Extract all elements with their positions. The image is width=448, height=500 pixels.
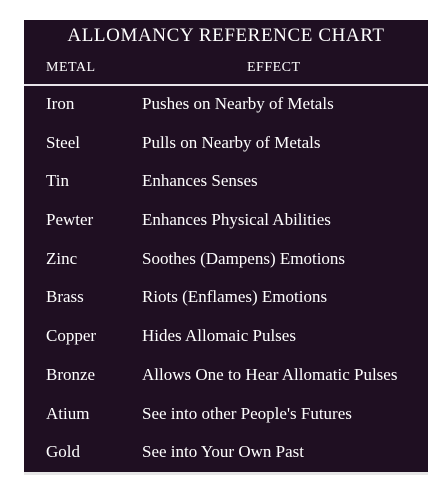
table-row: Atium See into other People's Futures [24,402,428,441]
table-header-row: METAL EFFECT [24,60,428,78]
metal-cell: Brass [46,287,84,307]
table-row: Copper Hides Allomaic Pulses [24,324,428,363]
metal-cell: Gold [46,442,80,462]
metal-cell: Bronze [46,364,96,384]
effect-cell: Allows One to Hear Allomatic Pulses [142,364,398,384]
metal-cell: Atium [46,403,90,423]
page: ALLOMANCY REFERENCE CHART METAL EFFECT I… [0,0,448,500]
metal-cell: Tin [46,171,70,191]
card-bottom-edge [24,472,428,475]
metal-cell: Zinc [46,248,78,268]
table-row: Brass Riots (Enflames) Emotions [24,285,428,324]
effect-cell: Pulls on Nearby of Metals [142,132,321,152]
metal-cell: Iron [46,94,75,113]
effect-cell: Enhances Senses [142,171,258,191]
effect-cell: Riots (Enflames) Emotions [142,287,328,307]
table-row: Steel Pulls on Nearby of Metals [24,131,428,170]
effect-cell: Soothes (Dampens) Emotions [142,248,346,268]
table-title: ALLOMANCY REFERENCE CHART [67,25,385,46]
header-divider [24,84,428,86]
effect-cell: Pushes on Nearby of Metals [142,94,334,113]
table-row: Pewter Enhances Physical Abilities [24,208,428,247]
effect-cell: Enhances Physical Abilities [142,210,331,230]
effect-cell: See into Your Own Past [142,442,304,462]
column-header-effect: EFFECT [247,60,301,75]
metal-cell: Copper [46,326,97,346]
effect-cell: See into other People's Futures [142,403,352,423]
column-header-metal: METAL [46,60,96,75]
table-row: Bronze Allows One to Hear Allomatic Puls… [24,363,428,402]
allomancy-reference-table: ALLOMANCY REFERENCE CHART METAL EFFECT I… [24,20,428,472]
metal-cell: Pewter [46,210,94,230]
table-body: Iron Pushes on Nearby of Metals Steel Pu… [24,92,428,479]
effect-cell: Hides Allomaic Pulses [142,326,296,346]
table-row: Tin Enhances Senses [24,169,428,208]
table-row: Iron Pushes on Nearby of Metals [24,92,428,131]
metal-cell: Steel [46,132,80,152]
table-row: Zinc Soothes (Dampens) Emotions [24,247,428,286]
